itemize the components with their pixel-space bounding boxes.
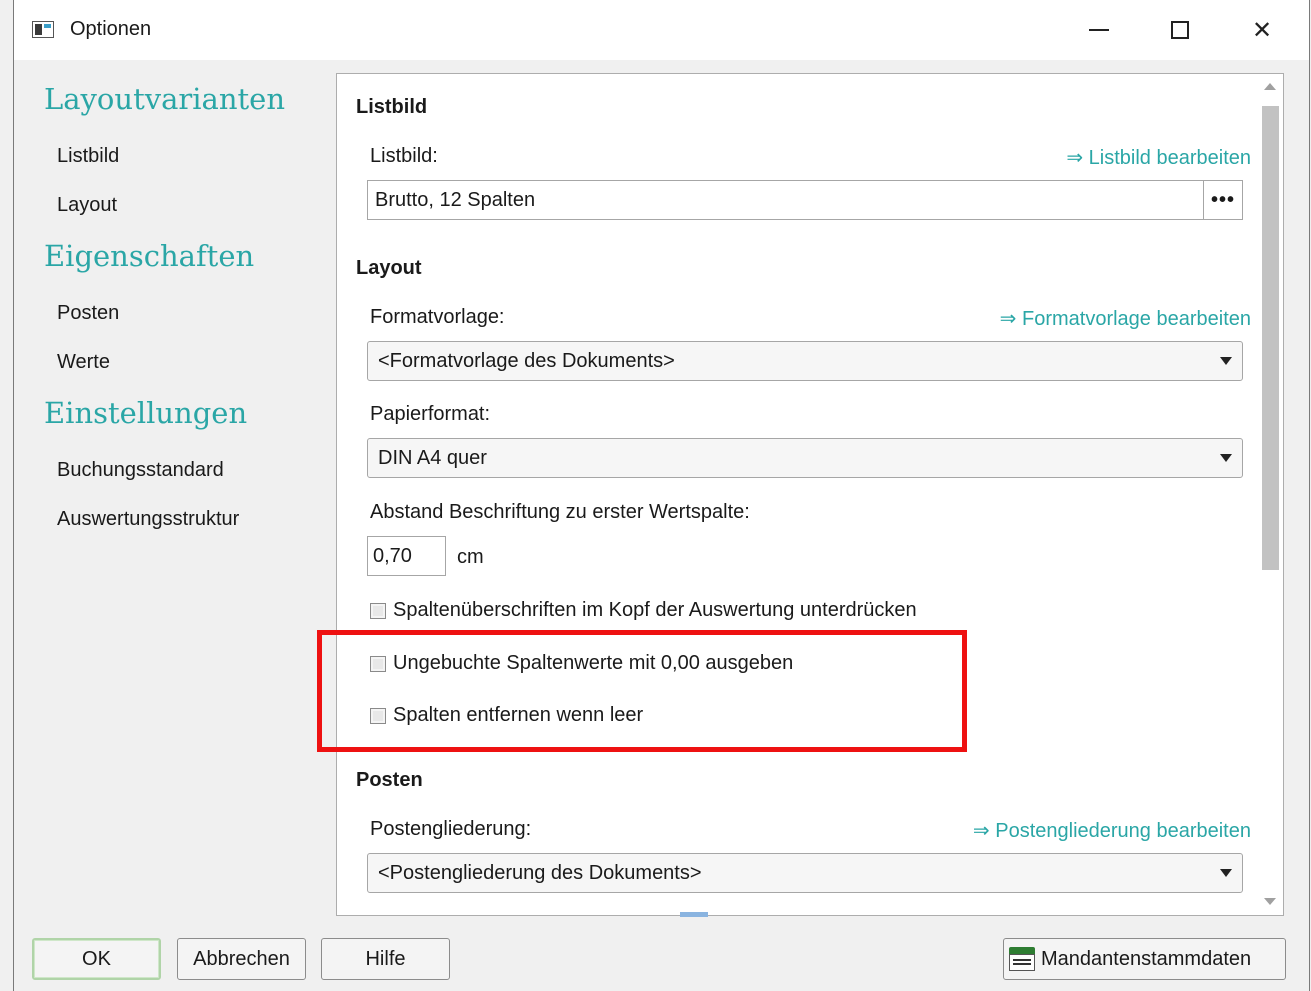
scroll-down-arrow-icon[interactable]: [1264, 898, 1276, 905]
abstand-input[interactable]: 0,70: [367, 536, 446, 576]
listbild-value: Brutto, 12 Spalten: [375, 189, 536, 211]
nav-item-posten[interactable]: Posten: [57, 302, 119, 325]
nav-item-werte[interactable]: Werte: [57, 351, 110, 374]
options-content-panel: Listbild Listbild: ⇒ Listbild bearbeiten…: [336, 73, 1284, 916]
help-button[interactable]: Hilfe: [321, 938, 450, 980]
edit-formatvorlage-link[interactable]: ⇒ Formatvorlage bearbeiten: [1000, 306, 1251, 331]
postengliederung-label: Postengliederung:: [370, 818, 532, 840]
window-title: Optionen: [70, 18, 152, 40]
papierformat-label: Papierformat:: [370, 403, 491, 425]
checkbox-label: Spalten entfernen wenn leer: [393, 704, 644, 726]
checkbox-spaltenueberschriften[interactable]: Spaltenüberschriften im Kopf der Auswert…: [370, 599, 917, 622]
abstand-label: Abstand Beschriftung zu erster Wertspalt…: [370, 501, 750, 523]
papierformat-value: DIN A4 quer: [378, 447, 487, 469]
nav-item-listbild[interactable]: Listbild: [57, 145, 119, 168]
formatvorlage-select[interactable]: <Formatvorlage des Dokuments>: [367, 341, 1243, 381]
close-icon: ✕: [1251, 16, 1273, 44]
checkbox-box[interactable]: [370, 707, 386, 724]
listbild-field[interactable]: Brutto, 12 Spalten •••: [367, 180, 1243, 220]
postengliederung-value: <Postengliederung des Dokuments>: [378, 862, 702, 884]
nav-item-auswertungsstruktur[interactable]: Auswertungsstruktur: [57, 508, 239, 531]
section-title-posten: Posten: [356, 769, 423, 791]
ok-button[interactable]: OK: [32, 938, 161, 980]
chevron-down-icon: [1220, 869, 1232, 877]
mandantenstammdaten-label: Mandantenstammdaten: [1041, 947, 1252, 970]
postengliederung-select[interactable]: <Postengliederung des Dokuments>: [367, 853, 1243, 893]
app-window-icon: [32, 21, 54, 38]
edit-postengliederung-link[interactable]: ⇒ Postengliederung bearbeiten: [973, 818, 1251, 843]
scroll-up-arrow-icon[interactable]: [1264, 83, 1276, 90]
cancel-button[interactable]: Abbrechen: [177, 938, 306, 980]
options-dialog: Optionen ✕ Layoutvarianten Listbild Layo…: [13, 0, 1310, 991]
browse-listbild-button[interactable]: •••: [1203, 181, 1242, 219]
nav-heading-layoutvarianten[interactable]: Layoutvarianten: [44, 82, 285, 116]
mandantenstammdaten-button[interactable]: Mandantenstammdaten: [1003, 938, 1286, 980]
formatvorlage-value: <Formatvorlage des Dokuments>: [378, 350, 675, 372]
checkbox-box[interactable]: [370, 602, 386, 619]
panel-focus-indicator: [680, 912, 708, 917]
section-title-layout: Layout: [356, 257, 422, 279]
minimize-button[interactable]: [1076, 12, 1122, 48]
maximize-button[interactable]: [1157, 12, 1203, 48]
title-bar: Optionen ✕: [14, 0, 1309, 60]
calendar-table-icon: [1009, 947, 1035, 971]
scroll-thumb[interactable]: [1262, 106, 1279, 570]
formatvorlage-label: Formatvorlage:: [370, 306, 505, 328]
close-button[interactable]: ✕: [1239, 12, 1285, 48]
edit-listbild-link[interactable]: ⇒ Listbild bearbeiten: [1066, 145, 1251, 170]
nav-item-buchungsstandard[interactable]: Buchungsstandard: [57, 459, 224, 482]
nav-heading-einstellungen[interactable]: Einstellungen: [44, 396, 247, 430]
maximize-icon: [1171, 21, 1189, 39]
nav-item-layout[interactable]: Layout: [57, 194, 117, 217]
abstand-unit: cm: [457, 546, 484, 568]
nav-heading-eigenschaften[interactable]: Eigenschaften: [44, 239, 254, 273]
chevron-down-icon: [1220, 454, 1232, 462]
checkbox-label: Spaltenüberschriften im Kopf der Auswert…: [393, 599, 917, 621]
abstand-value: 0,70: [373, 545, 412, 567]
checkbox-label: Ungebuchte Spaltenwerte mit 0,00 ausgebe…: [393, 652, 794, 674]
checkbox-ungebuchte-spaltenwerte[interactable]: Ungebuchte Spaltenwerte mit 0,00 ausgebe…: [370, 652, 793, 675]
minimize-icon: [1089, 29, 1109, 31]
checkbox-spalten-entfernen[interactable]: Spalten entfernen wenn leer: [370, 704, 643, 727]
chevron-down-icon: [1220, 357, 1232, 365]
vertical-scrollbar[interactable]: [1257, 74, 1283, 915]
listbild-label: Listbild:: [370, 145, 438, 167]
papierformat-select[interactable]: DIN A4 quer: [367, 438, 1243, 478]
section-title-listbild: Listbild: [356, 96, 428, 118]
checkbox-box[interactable]: [370, 655, 386, 672]
